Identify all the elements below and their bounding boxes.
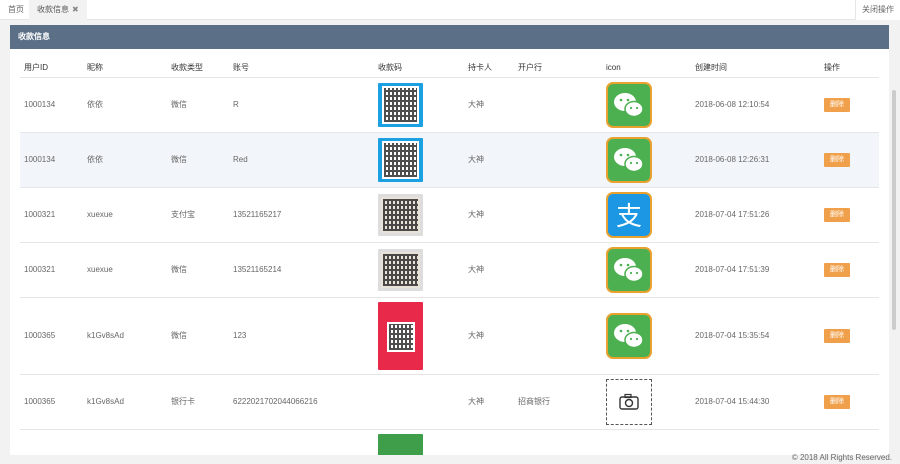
- cell-holder: 大神: [464, 77, 514, 133]
- table-row: 1000134 依依 微信 Red 大神 2018-06-08 12:26:31…: [20, 132, 879, 188]
- cell-holder: 大神: [464, 242, 514, 298]
- qr-code-image[interactable]: [378, 82, 423, 127]
- cell-created: 2018-07-04 17:51:39: [691, 242, 820, 298]
- svg-text:支: 支: [616, 202, 642, 232]
- cell-holder: 大神: [464, 187, 514, 243]
- cell-account: 13521165214: [229, 242, 374, 298]
- cell-bank: [514, 77, 602, 133]
- cell-created: 2018-07-04 15:44:30: [691, 374, 820, 430]
- qr-code-image[interactable]: [378, 433, 423, 455]
- cell-holder: 大神: [464, 132, 514, 188]
- cell-bank: [514, 242, 602, 298]
- delete-button[interactable]: 删除: [824, 394, 850, 409]
- cell-user-id: 1000134: [20, 132, 83, 188]
- col-type: 收款类型: [167, 59, 229, 78]
- cell-nickname: 依依: [83, 132, 167, 188]
- cell-user-id: 1000321: [20, 187, 83, 243]
- col-holder: 持卡人: [464, 59, 514, 78]
- cell-created: 2018-06-08 12:26:31: [691, 132, 820, 188]
- col-icon: icon: [602, 59, 691, 78]
- table-row: 1000134 依依 微信 R 大神 2018-06-08 12:10:54 删…: [20, 77, 879, 133]
- col-nickname: 昵称: [83, 59, 167, 78]
- cell-type: 微信: [167, 297, 229, 375]
- col-bank: 开户行: [514, 59, 602, 78]
- cell-account: 123: [229, 297, 374, 375]
- close-icon[interactable]: ✖: [72, 5, 79, 14]
- cell-type: 支付宝: [167, 187, 229, 243]
- cell-type: 银行卡: [167, 374, 229, 430]
- qr-code-image[interactable]: [378, 248, 423, 291]
- cell-account: Red: [229, 132, 374, 188]
- close-operations-button[interactable]: 关闭操作: [855, 0, 900, 20]
- cell-user-id: 1000365: [20, 297, 83, 375]
- delete-button[interactable]: 删除: [824, 207, 850, 222]
- wechat-icon: [606, 136, 652, 183]
- delete-button[interactable]: 删除: [824, 152, 850, 167]
- col-account: 账号: [229, 59, 374, 78]
- table-row: 1000321 xuexue 支付宝 13521165217 大神 支 2018…: [20, 187, 879, 243]
- delete-button[interactable]: 删除: [824, 97, 850, 112]
- col-qr: 收款码: [374, 59, 464, 78]
- table-row: [20, 429, 879, 455]
- table-row: 1000365 k1Gv8sAd 银行卡 6222021702044066216…: [20, 374, 879, 430]
- cell-bank: [514, 297, 602, 375]
- footer-copyright: © 2018 All Rights Reserved.: [791, 453, 892, 462]
- tab-label: 收款信息: [37, 5, 69, 14]
- delete-button[interactable]: 删除: [824, 262, 850, 277]
- cell-holder: 大神: [464, 297, 514, 375]
- cell-account: 6222021702044066216: [229, 374, 374, 430]
- payment-info-panel: 收款信息 用户ID 昵称 收款类型 账号 收款码 持卡人 开户行 icon 创建…: [10, 25, 889, 455]
- cell-type: 微信: [167, 132, 229, 188]
- cell-holder: 大神: [464, 374, 514, 430]
- table-row: 1000321 xuexue 微信 13521165214 大神 2018-07…: [20, 242, 879, 298]
- tab-home[interactable]: 首页: [0, 0, 32, 20]
- cell-type: 微信: [167, 242, 229, 298]
- cell-nickname: 依依: [83, 77, 167, 133]
- cell-account: 13521165217: [229, 187, 374, 243]
- alipay-icon: 支: [606, 191, 652, 238]
- delete-button[interactable]: 删除: [824, 328, 850, 343]
- tab-payment-info[interactable]: 收款信息 ✖: [29, 0, 87, 20]
- cell-bank: [514, 187, 602, 243]
- wechat-icon: [606, 312, 652, 359]
- scrollbar[interactable]: [892, 90, 896, 330]
- tab-bar: 首页 收款信息 ✖ 关闭操作: [0, 0, 900, 20]
- cell-nickname: k1Gv8sAd: [83, 297, 167, 375]
- col-user-id: 用户ID: [20, 59, 83, 78]
- cell-type: 微信: [167, 77, 229, 133]
- col-action: 操作: [820, 59, 879, 78]
- wechat-icon: [606, 81, 652, 128]
- qr-code-image[interactable]: [378, 301, 423, 370]
- cell-nickname: xuexue: [83, 187, 167, 243]
- table-row: 1000365 k1Gv8sAd 微信 123 大神 2018-07-04 15…: [20, 297, 879, 375]
- cell-nickname: xuexue: [83, 242, 167, 298]
- cell-bank: [514, 132, 602, 188]
- camera-icon[interactable]: [606, 378, 652, 425]
- cell-nickname: k1Gv8sAd: [83, 374, 167, 430]
- cell-user-id: 1000134: [20, 77, 83, 133]
- cell-created: 2018-07-04 17:51:26: [691, 187, 820, 243]
- cell-bank: 招商银行: [514, 374, 602, 430]
- qr-code-image[interactable]: [378, 137, 423, 182]
- cell-account: R: [229, 77, 374, 133]
- col-created: 创建时间: [691, 59, 820, 78]
- payment-table: 用户ID 昵称 收款类型 账号 收款码 持卡人 开户行 icon 创建时间 操作…: [20, 59, 879, 455]
- wechat-icon: [606, 246, 652, 293]
- cell-created: 2018-07-04 15:35:54: [691, 297, 820, 375]
- cell-created: 2018-06-08 12:10:54: [691, 77, 820, 133]
- panel-title: 收款信息: [10, 25, 889, 49]
- cell-user-id: 1000321: [20, 242, 83, 298]
- cell-user-id: 1000365: [20, 374, 83, 430]
- qr-code-image[interactable]: [378, 193, 423, 236]
